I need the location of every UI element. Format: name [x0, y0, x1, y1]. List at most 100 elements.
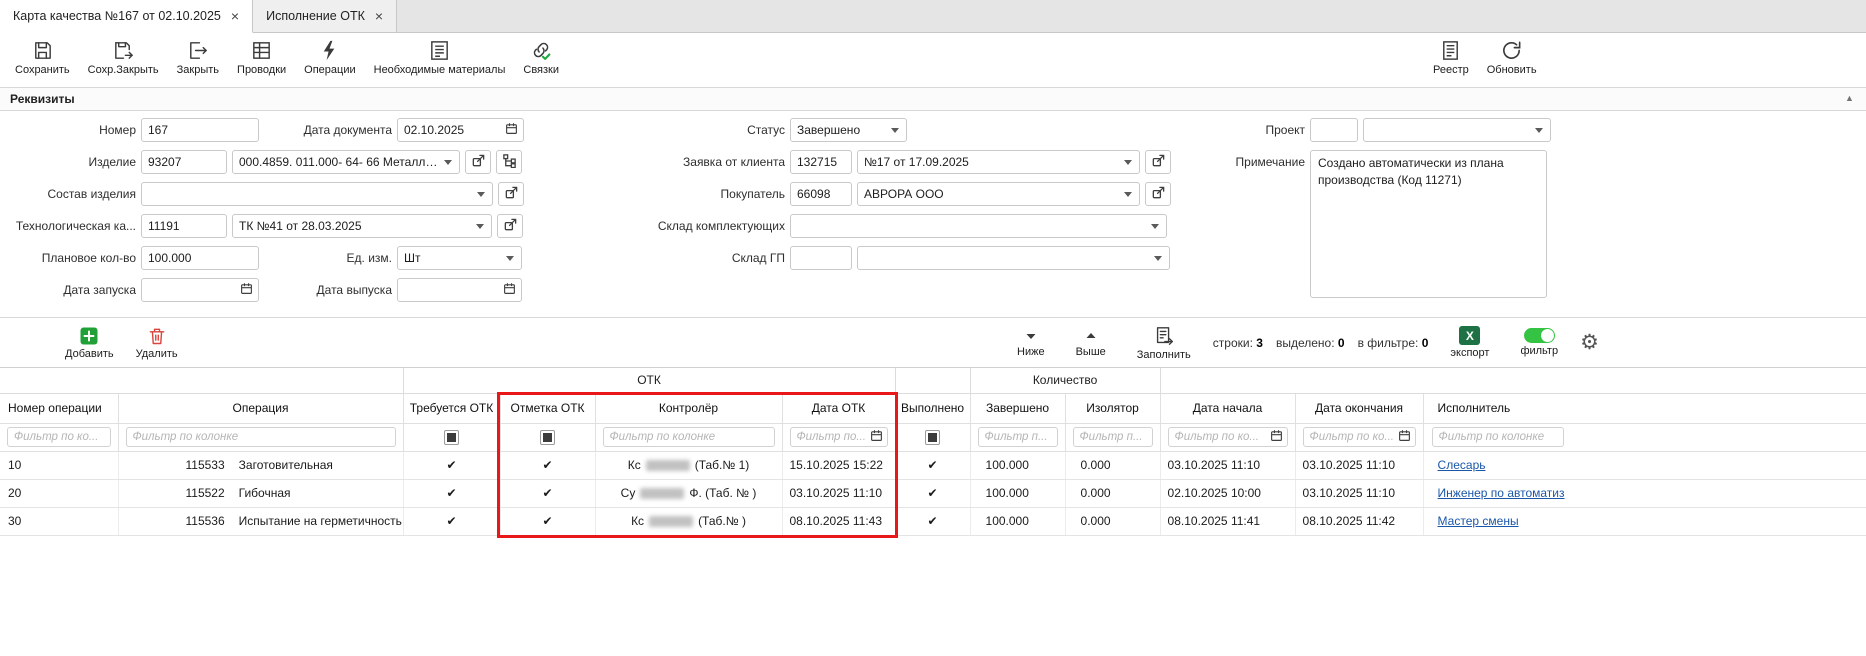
- column-header-op-number[interactable]: Номер операции: [0, 393, 118, 423]
- planned-qty-input[interactable]: [141, 246, 259, 270]
- move-up-button[interactable]: Выше: [1067, 326, 1115, 360]
- tab-quality-card[interactable]: Карта качества №167 от 02.10.2025 ×: [0, 0, 253, 33]
- fill-document-icon: [1153, 325, 1175, 347]
- note-textarea[interactable]: Создано автоматически из плана производс…: [1310, 150, 1547, 298]
- client-order-select[interactable]: №17 от 17.09.2025: [857, 150, 1140, 174]
- table-row[interactable]: 30 115536Испытание на герметичность ✔ ✔ …: [0, 507, 1866, 535]
- filter-checkbox-done[interactable]: [925, 430, 940, 445]
- column-header-isolator[interactable]: Изолятор: [1065, 393, 1160, 423]
- column-header-otk-mark[interactable]: Отметка ОТК: [500, 393, 595, 423]
- filter-date-start-input[interactable]: [1168, 427, 1288, 447]
- move-down-button[interactable]: Ниже: [1008, 326, 1054, 360]
- check-mark: ✔: [403, 507, 500, 535]
- save-icon: [31, 39, 54, 62]
- fg-warehouse-code-input[interactable]: [790, 246, 852, 270]
- plus-icon: [79, 326, 99, 346]
- save-close-button[interactable]: Сохр.Закрыть: [79, 37, 168, 78]
- calendar-icon[interactable]: [240, 282, 253, 298]
- label-composition: Состав изделия: [8, 182, 136, 206]
- executor-link[interactable]: Слесарь: [1438, 458, 1486, 472]
- product-open-button[interactable]: [465, 150, 491, 174]
- filter-checkbox-otk-required[interactable]: [444, 430, 459, 445]
- number-input[interactable]: [141, 118, 259, 142]
- export-excel-button[interactable]: X экспорт: [1441, 324, 1498, 361]
- release-date-input[interactable]: [397, 278, 522, 302]
- table-row[interactable]: 10 115533Заготовительная ✔ ✔ Кс(Таб.№ 1)…: [0, 451, 1866, 479]
- fill-button[interactable]: Заполнить: [1128, 323, 1200, 363]
- filter-isolator-input[interactable]: [1073, 427, 1153, 447]
- calendar-icon[interactable]: [1398, 429, 1411, 445]
- chain-link-icon: [530, 39, 553, 62]
- column-header-done[interactable]: Выполнено: [895, 393, 970, 423]
- composition-open-button[interactable]: [498, 182, 524, 206]
- doc-date-input[interactable]: 02.10.2025: [397, 118, 524, 142]
- refresh-button[interactable]: Обновить: [1478, 37, 1546, 78]
- group-header-otk: ОТК: [403, 368, 895, 393]
- add-row-button[interactable]: Добавить: [56, 324, 123, 362]
- redacted-name: [640, 488, 684, 499]
- column-header-operation[interactable]: Операция: [118, 393, 403, 423]
- status-select[interactable]: Завершено: [790, 118, 907, 142]
- rows-counter: строки: 3: [1213, 336, 1263, 350]
- launch-date-input[interactable]: [141, 278, 259, 302]
- product-code-input[interactable]: [141, 150, 227, 174]
- column-header-completed[interactable]: Завершено: [970, 393, 1065, 423]
- filter-date-end-input[interactable]: [1303, 427, 1416, 447]
- arrow-down-icon: [1023, 328, 1039, 344]
- executor-link[interactable]: Инженер по автоматиз: [1438, 486, 1565, 500]
- links-button[interactable]: Связки: [514, 37, 568, 78]
- project-code-input[interactable]: [1310, 118, 1358, 142]
- tab-close-icon[interactable]: ×: [231, 9, 239, 23]
- group-header-quantity: Количество: [970, 368, 1160, 393]
- toggle-on-icon[interactable]: [1524, 328, 1555, 343]
- postings-button[interactable]: Проводки: [228, 37, 295, 78]
- client-order-code-input[interactable]: [790, 150, 852, 174]
- buyer-select[interactable]: АВРОРА ООО: [857, 182, 1140, 206]
- tech-card-select[interactable]: ТК №41 от 28.03.2025: [232, 214, 492, 238]
- calendar-icon[interactable]: [505, 122, 518, 138]
- column-header-controller[interactable]: Контролёр: [595, 393, 782, 423]
- filter-toggle[interactable]: фильтр: [1511, 326, 1567, 359]
- materials-button[interactable]: Необходимые материалы: [365, 37, 515, 78]
- filter-otk-date-input[interactable]: [790, 427, 888, 447]
- column-header-executor[interactable]: Исполнитель: [1423, 393, 1866, 423]
- filter-controller-input[interactable]: [603, 427, 775, 447]
- collapse-section-icon[interactable]: ▲: [1845, 93, 1854, 103]
- open-item-icon: [471, 153, 486, 171]
- fg-warehouse-select[interactable]: [857, 246, 1170, 270]
- column-header-date-end[interactable]: Дата окончания: [1295, 393, 1423, 423]
- calendar-icon[interactable]: [870, 429, 883, 445]
- tech-card-code-input[interactable]: [141, 214, 227, 238]
- calendar-icon[interactable]: [1270, 429, 1283, 445]
- calendar-icon[interactable]: [503, 282, 516, 298]
- product-select[interactable]: 000.4859. 011.000- 64- 66 Металлорук: [232, 150, 460, 174]
- close-button[interactable]: Закрыть: [168, 37, 228, 78]
- save-button[interactable]: Сохранить: [6, 37, 79, 78]
- label-launch-date: Дата запуска: [8, 278, 136, 302]
- tab-close-icon[interactable]: ×: [375, 9, 383, 23]
- tech-card-open-button[interactable]: [497, 214, 523, 238]
- composition-select[interactable]: [141, 182, 493, 206]
- table-row[interactable]: 20 115522Гибочная ✔ ✔ СуФ. (Таб. № ) 03.…: [0, 479, 1866, 507]
- client-order-open-button[interactable]: [1145, 150, 1171, 174]
- operations-button[interactable]: Операции: [295, 37, 364, 78]
- components-warehouse-select[interactable]: [790, 214, 1167, 238]
- filter-completed-input[interactable]: [978, 427, 1058, 447]
- project-select[interactable]: [1363, 118, 1551, 142]
- buyer-open-button[interactable]: [1145, 182, 1171, 206]
- delete-row-button[interactable]: Удалить: [127, 324, 187, 362]
- filter-operation-input[interactable]: [126, 427, 396, 447]
- filter-checkbox-otk-mark[interactable]: [540, 430, 555, 445]
- unit-select[interactable]: Шт: [397, 246, 522, 270]
- buyer-code-input[interactable]: [790, 182, 852, 206]
- tab-otk-execution[interactable]: Исполнение ОТК ×: [253, 0, 397, 33]
- executor-link[interactable]: Мастер смены: [1438, 514, 1519, 528]
- filter-executor-input[interactable]: [1432, 427, 1564, 447]
- column-header-otk-date[interactable]: Дата ОТК: [782, 393, 895, 423]
- product-tree-button[interactable]: [496, 150, 522, 174]
- filter-op-number-input[interactable]: [7, 427, 111, 447]
- column-header-otk-required[interactable]: Требуется ОТК: [403, 393, 500, 423]
- gear-icon[interactable]: ⚙: [1580, 332, 1599, 353]
- registry-button[interactable]: Реестр: [1424, 37, 1478, 78]
- column-header-date-start[interactable]: Дата начала: [1160, 393, 1295, 423]
